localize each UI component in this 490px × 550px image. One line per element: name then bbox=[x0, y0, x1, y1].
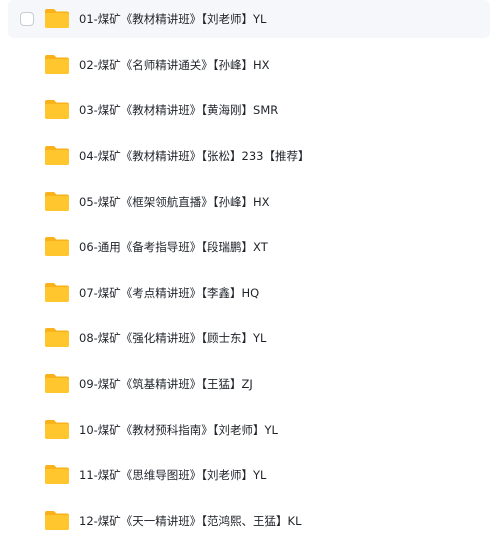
file-row[interactable]: 01-煤矿《教材精讲班》【刘老师】YL bbox=[8, 0, 490, 38]
file-row[interactable]: 11-煤矿《思维导图班》【刘老师】YL bbox=[8, 456, 490, 494]
file-row[interactable]: 07-煤矿《考点精讲班》【李鑫】HQ bbox=[8, 274, 490, 312]
row-checkbox[interactable] bbox=[20, 12, 34, 26]
file-name[interactable]: 09-煤矿《筑基精讲班》【王猛】ZJ bbox=[79, 365, 253, 403]
file-name[interactable]: 05-煤矿《框架领航直播》【孙峰】HX bbox=[79, 183, 270, 221]
folder-icon bbox=[44, 190, 70, 212]
file-name[interactable]: 06-通用《备考指导班》【段瑞鹏】XT bbox=[79, 228, 268, 266]
folder-icon bbox=[44, 98, 70, 120]
file-row[interactable]: 02-煤矿《名师精讲通关》【孙峰】HX bbox=[8, 46, 490, 84]
file-row[interactable]: 09-煤矿《筑基精讲班》【王猛】ZJ bbox=[8, 365, 490, 403]
file-row[interactable]: 08-煤矿《强化精讲班》【顾士东】YL bbox=[8, 319, 490, 357]
folder-icon bbox=[44, 372, 70, 394]
file-row[interactable]: 06-通用《备考指导班》【段瑞鹏】XT bbox=[8, 228, 490, 266]
file-name[interactable]: 08-煤矿《强化精讲班》【顾士东】YL bbox=[79, 319, 266, 357]
file-name[interactable]: 03-煤矿《教材精讲班》【黄海刚】SMR bbox=[79, 91, 278, 129]
folder-icon bbox=[44, 7, 70, 29]
folder-icon bbox=[44, 281, 70, 303]
folder-icon bbox=[44, 418, 70, 440]
folder-icon bbox=[44, 53, 70, 75]
file-name[interactable]: 07-煤矿《考点精讲班》【李鑫】HQ bbox=[79, 274, 259, 312]
folder-icon bbox=[44, 509, 70, 531]
file-row[interactable]: 04-煤矿《教材精讲班》【张松】233【推荐】 bbox=[8, 137, 490, 175]
file-row[interactable]: 10-煤矿《教材预科指南》【刘老师】YL bbox=[8, 411, 490, 449]
file-name[interactable]: 12-煤矿《天一精讲班》【范鸿熙、王猛】KL bbox=[79, 502, 301, 540]
folder-icon bbox=[44, 235, 70, 257]
folder-icon bbox=[44, 144, 70, 166]
file-name[interactable]: 04-煤矿《教材精讲班》【张松】233【推荐】 bbox=[79, 137, 309, 175]
file-name[interactable]: 11-煤矿《思维导图班》【刘老师】YL bbox=[79, 456, 266, 494]
file-name[interactable]: 10-煤矿《教材预科指南》【刘老师】YL bbox=[79, 411, 278, 449]
folder-icon bbox=[44, 326, 70, 348]
file-name[interactable]: 02-煤矿《名师精讲通关》【孙峰】HX bbox=[79, 46, 270, 84]
file-row[interactable]: 03-煤矿《教材精讲班》【黄海刚】SMR bbox=[8, 91, 490, 129]
file-row[interactable]: 05-煤矿《框架领航直播》【孙峰】HX bbox=[8, 183, 490, 221]
file-row[interactable]: 12-煤矿《天一精讲班》【范鸿熙、王猛】KL bbox=[8, 502, 490, 540]
folder-icon bbox=[44, 463, 70, 485]
file-name[interactable]: 01-煤矿《教材精讲班》【刘老师】YL bbox=[79, 0, 266, 38]
